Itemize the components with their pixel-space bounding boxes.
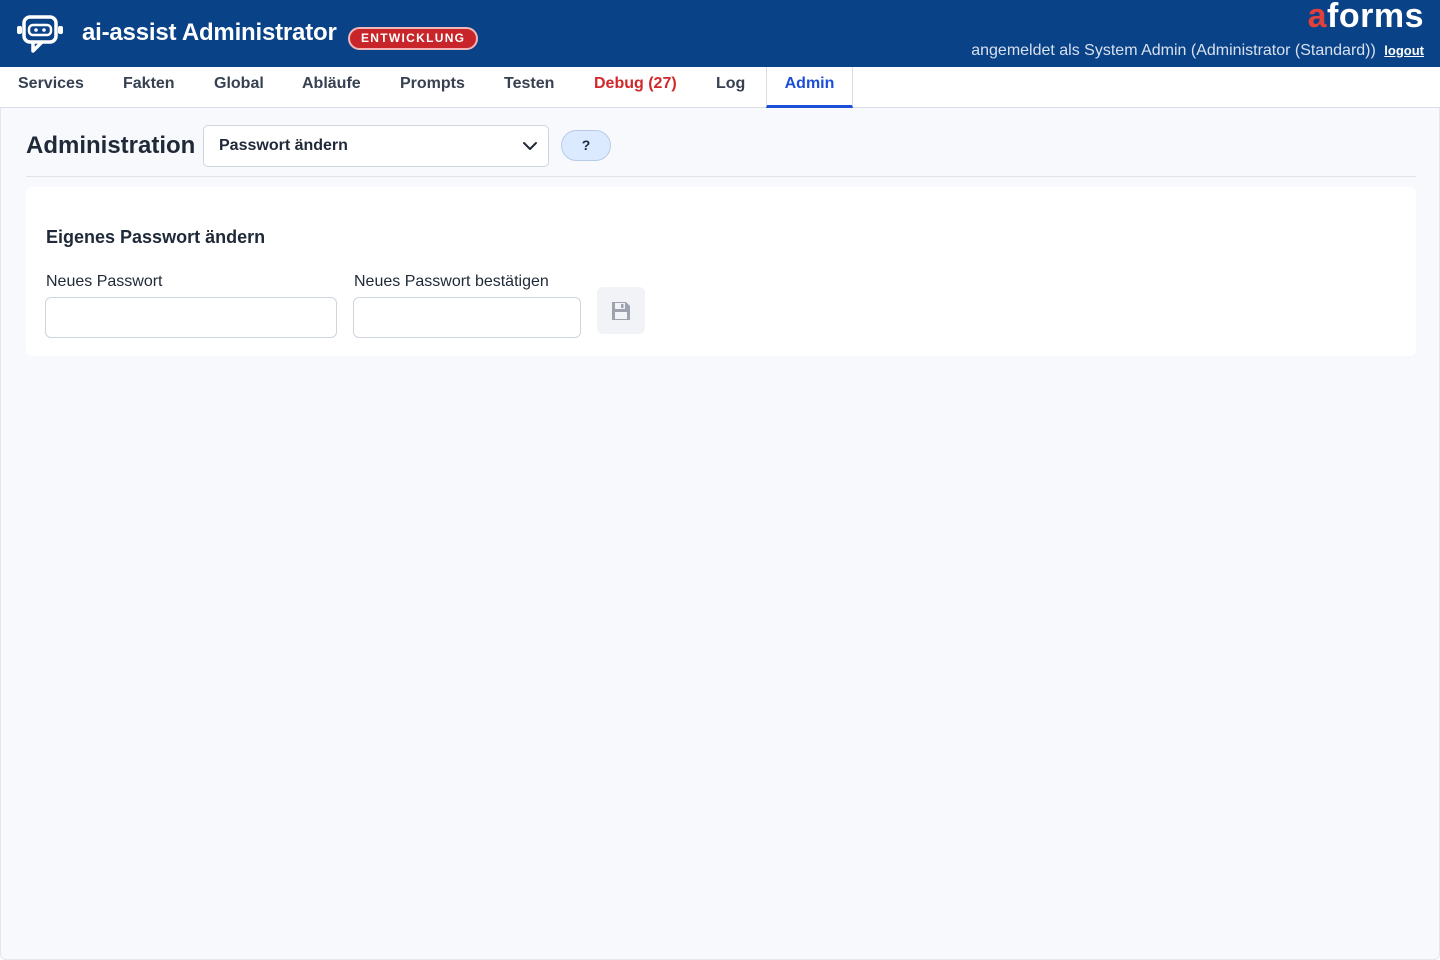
tab-ablaeufe[interactable]: Abläufe	[302, 67, 361, 108]
app-title: ai-assist Administrator	[82, 19, 337, 46]
tab-testen[interactable]: Testen	[504, 67, 554, 108]
environment-badge: ENTWICKLUNG	[348, 27, 479, 50]
new-password-label: Neues Passwort	[46, 273, 163, 290]
tab-debug[interactable]: Debug (27)	[594, 67, 677, 108]
brand-logo-text: forms	[1327, 0, 1424, 35]
tab-log[interactable]: Log	[716, 67, 745, 108]
user-info: angemeldet als System Admin (Administrat…	[971, 42, 1424, 60]
tab-services[interactable]: Services	[18, 67, 84, 108]
admin-section-select-value: Passwort ändern	[219, 137, 348, 154]
brand-logo: aforms	[1308, 0, 1424, 36]
tab-fakten[interactable]: Fakten	[123, 67, 175, 108]
confirm-password-label: Neues Passwort bestätigen	[354, 273, 549, 290]
floppy-disk-icon	[612, 302, 630, 320]
help-button[interactable]: ?	[561, 130, 611, 161]
admin-section-select[interactable]: Passwort ändern	[203, 125, 549, 167]
confirm-password-input[interactable]	[353, 297, 581, 338]
new-password-input[interactable]	[45, 297, 337, 338]
divider	[26, 176, 1416, 177]
tab-prompts[interactable]: Prompts	[400, 67, 465, 108]
main-tabs: Services Fakten Global Abläufe Prompts T…	[0, 67, 1440, 108]
tab-admin[interactable]: Admin	[766, 67, 853, 108]
main-content: Administration Passwort ändern ? Eigenes…	[0, 108, 1440, 960]
page-title: Administration	[26, 132, 196, 159]
logout-link[interactable]: logout	[1384, 43, 1424, 58]
app-header: ai-assist Administrator ENTWICKLUNG afor…	[0, 0, 1440, 67]
brand-logo-accent: a	[1307, 0, 1328, 35]
password-change-card: Eigenes Passwort ändern Neues Passwort N…	[26, 187, 1416, 356]
save-button[interactable]	[597, 287, 645, 334]
user-info-text: angemeldet als System Admin (Administrat…	[971, 42, 1376, 59]
chevron-down-icon	[523, 142, 537, 150]
card-title: Eigenes Passwort ändern	[46, 227, 266, 247]
tab-global[interactable]: Global	[214, 67, 264, 108]
chat-bot-icon	[17, 15, 63, 53]
